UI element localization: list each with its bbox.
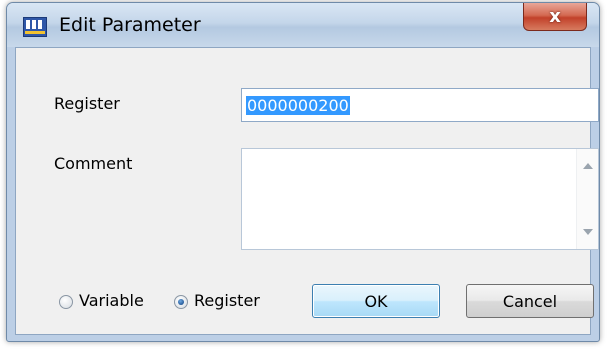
- close-icon: x: [549, 5, 561, 27]
- register-radio-label[interactable]: Register: [194, 291, 260, 310]
- register-label: Register: [54, 94, 120, 113]
- register-input[interactable]: 0000000200: [241, 88, 599, 122]
- variable-radio-label[interactable]: Variable: [79, 291, 144, 310]
- app-icon: [23, 17, 47, 37]
- comment-textarea[interactable]: [241, 148, 599, 250]
- window-title: Edit Parameter: [59, 14, 201, 36]
- scroll-down-arrow-icon[interactable]: [583, 229, 593, 235]
- register-radio[interactable]: [174, 295, 188, 309]
- variable-radio[interactable]: [59, 295, 73, 309]
- comment-label: Comment: [54, 154, 133, 173]
- scroll-up-arrow-icon[interactable]: [583, 163, 593, 169]
- ok-button[interactable]: OK: [312, 284, 440, 318]
- title-bar[interactable]: Edit Parameter x: [7, 3, 599, 47]
- register-input-selected-text: 0000000200: [246, 96, 350, 115]
- cancel-button[interactable]: Cancel: [466, 284, 594, 318]
- close-button[interactable]: x: [523, 3, 587, 31]
- edit-parameter-dialog: Edit Parameter x Register 0000000200 Com…: [6, 2, 600, 342]
- comment-scrollbar[interactable]: [576, 149, 598, 249]
- dialog-body: Register 0000000200 Comment Variable Reg…: [15, 47, 599, 335]
